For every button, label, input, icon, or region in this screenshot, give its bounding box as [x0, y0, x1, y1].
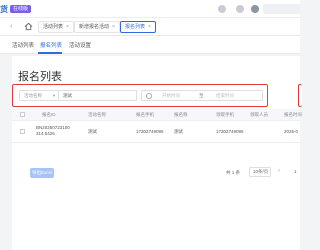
date-end-input[interactable]: 结束时间 [216, 91, 234, 100]
close-icon[interactable]: × [66, 24, 69, 30]
filter-bar: 活动名称 ▾ 测试 开始时间 至 结束时间 [12, 84, 268, 107]
export-excel-button[interactable]: 导出Excel [30, 168, 54, 178]
filter-bar-overflow [298, 84, 302, 107]
subtab-activity-settings[interactable]: 活动设置 [69, 41, 91, 49]
pager-total: 共 1 条 [226, 170, 241, 175]
chevron-down-icon: ▾ [52, 93, 55, 98]
tab-signup-list[interactable]: 报名列表 × [120, 21, 156, 33]
column-header: 领取手机 [216, 112, 234, 117]
sub-tabs: 活动列表 报名列表 活动设置 [0, 36, 300, 54]
tab-new-signup-activity[interactable]: 新增报名活动 × [74, 21, 120, 33]
user-icon[interactable] [218, 5, 226, 13]
clock-icon [146, 93, 152, 99]
filter-field-select[interactable]: 活动名称 ▾ [19, 90, 59, 101]
top-bar: 货 在线版 [0, 0, 300, 18]
subtab-signup-list[interactable]: 报名列表 [40, 41, 62, 49]
settings-icon[interactable] [236, 5, 244, 13]
brand-logo: 货 [0, 5, 8, 14]
table-header: 报名ID 活动名称 报名手机 报名称 领取手机 领取人员 报名时间 [12, 109, 302, 121]
column-header: 报名ID [42, 112, 56, 117]
cell-signup-id: BN20250723100314 5426 [36, 125, 70, 136]
close-icon[interactable]: × [148, 24, 151, 30]
row-checkbox[interactable] [20, 129, 25, 134]
column-header: 活动名称 [88, 112, 106, 117]
column-header: 报名称 [174, 112, 188, 117]
close-icon[interactable]: × [112, 24, 115, 30]
column-header: 领取人员 [250, 112, 268, 117]
user-menu[interactable] [263, 4, 300, 14]
bell-icon[interactable] [251, 5, 259, 13]
page-size-select[interactable]: 10条/页 [249, 167, 271, 177]
cell-name: 测试 [174, 129, 183, 134]
date-start-input[interactable]: 开始时间 [162, 91, 180, 100]
main-content: 报名列表 活动名称 ▾ 测试 开始时间 至 结束时间 报名ID 活动名称 报名手… [12, 56, 302, 250]
active-tab-indicator [38, 52, 62, 54]
cell-activity: 测试 [88, 129, 97, 134]
cell-phone: 17302749095 [136, 129, 164, 134]
page-title: 报名列表 [18, 71, 62, 83]
cell-receive-phone: 17302749095 [216, 129, 244, 134]
tab-activity-list[interactable]: 活动列表 × [38, 21, 74, 33]
select-all-checkbox[interactable] [20, 112, 25, 117]
tabs-prev-arrow[interactable]: ‹ [10, 23, 12, 30]
home-icon[interactable] [24, 22, 33, 31]
current-page[interactable]: 1 [294, 168, 300, 176]
page-tabs-bar: ‹ 活动列表 × 新增报名活动 × 报名列表 × [0, 18, 300, 36]
edition-badge: 在线版 [10, 5, 32, 13]
date-range-picker[interactable]: 开始时间 至 结束时间 [141, 90, 263, 101]
date-range-separator: 至 [199, 93, 204, 98]
filter-keyword-input[interactable]: 测试 [59, 90, 137, 101]
cell-time: 2025-0 [284, 129, 299, 134]
prev-page-icon[interactable]: ‹ [278, 168, 280, 174]
table-row[interactable]: BN20250723100314 5426 测试 17302749095 测试 … [12, 121, 300, 143]
subtab-activity-list[interactable]: 活动列表 [12, 41, 34, 49]
column-header: 报名时间 [284, 112, 302, 117]
column-header: 报名手机 [136, 112, 154, 117]
